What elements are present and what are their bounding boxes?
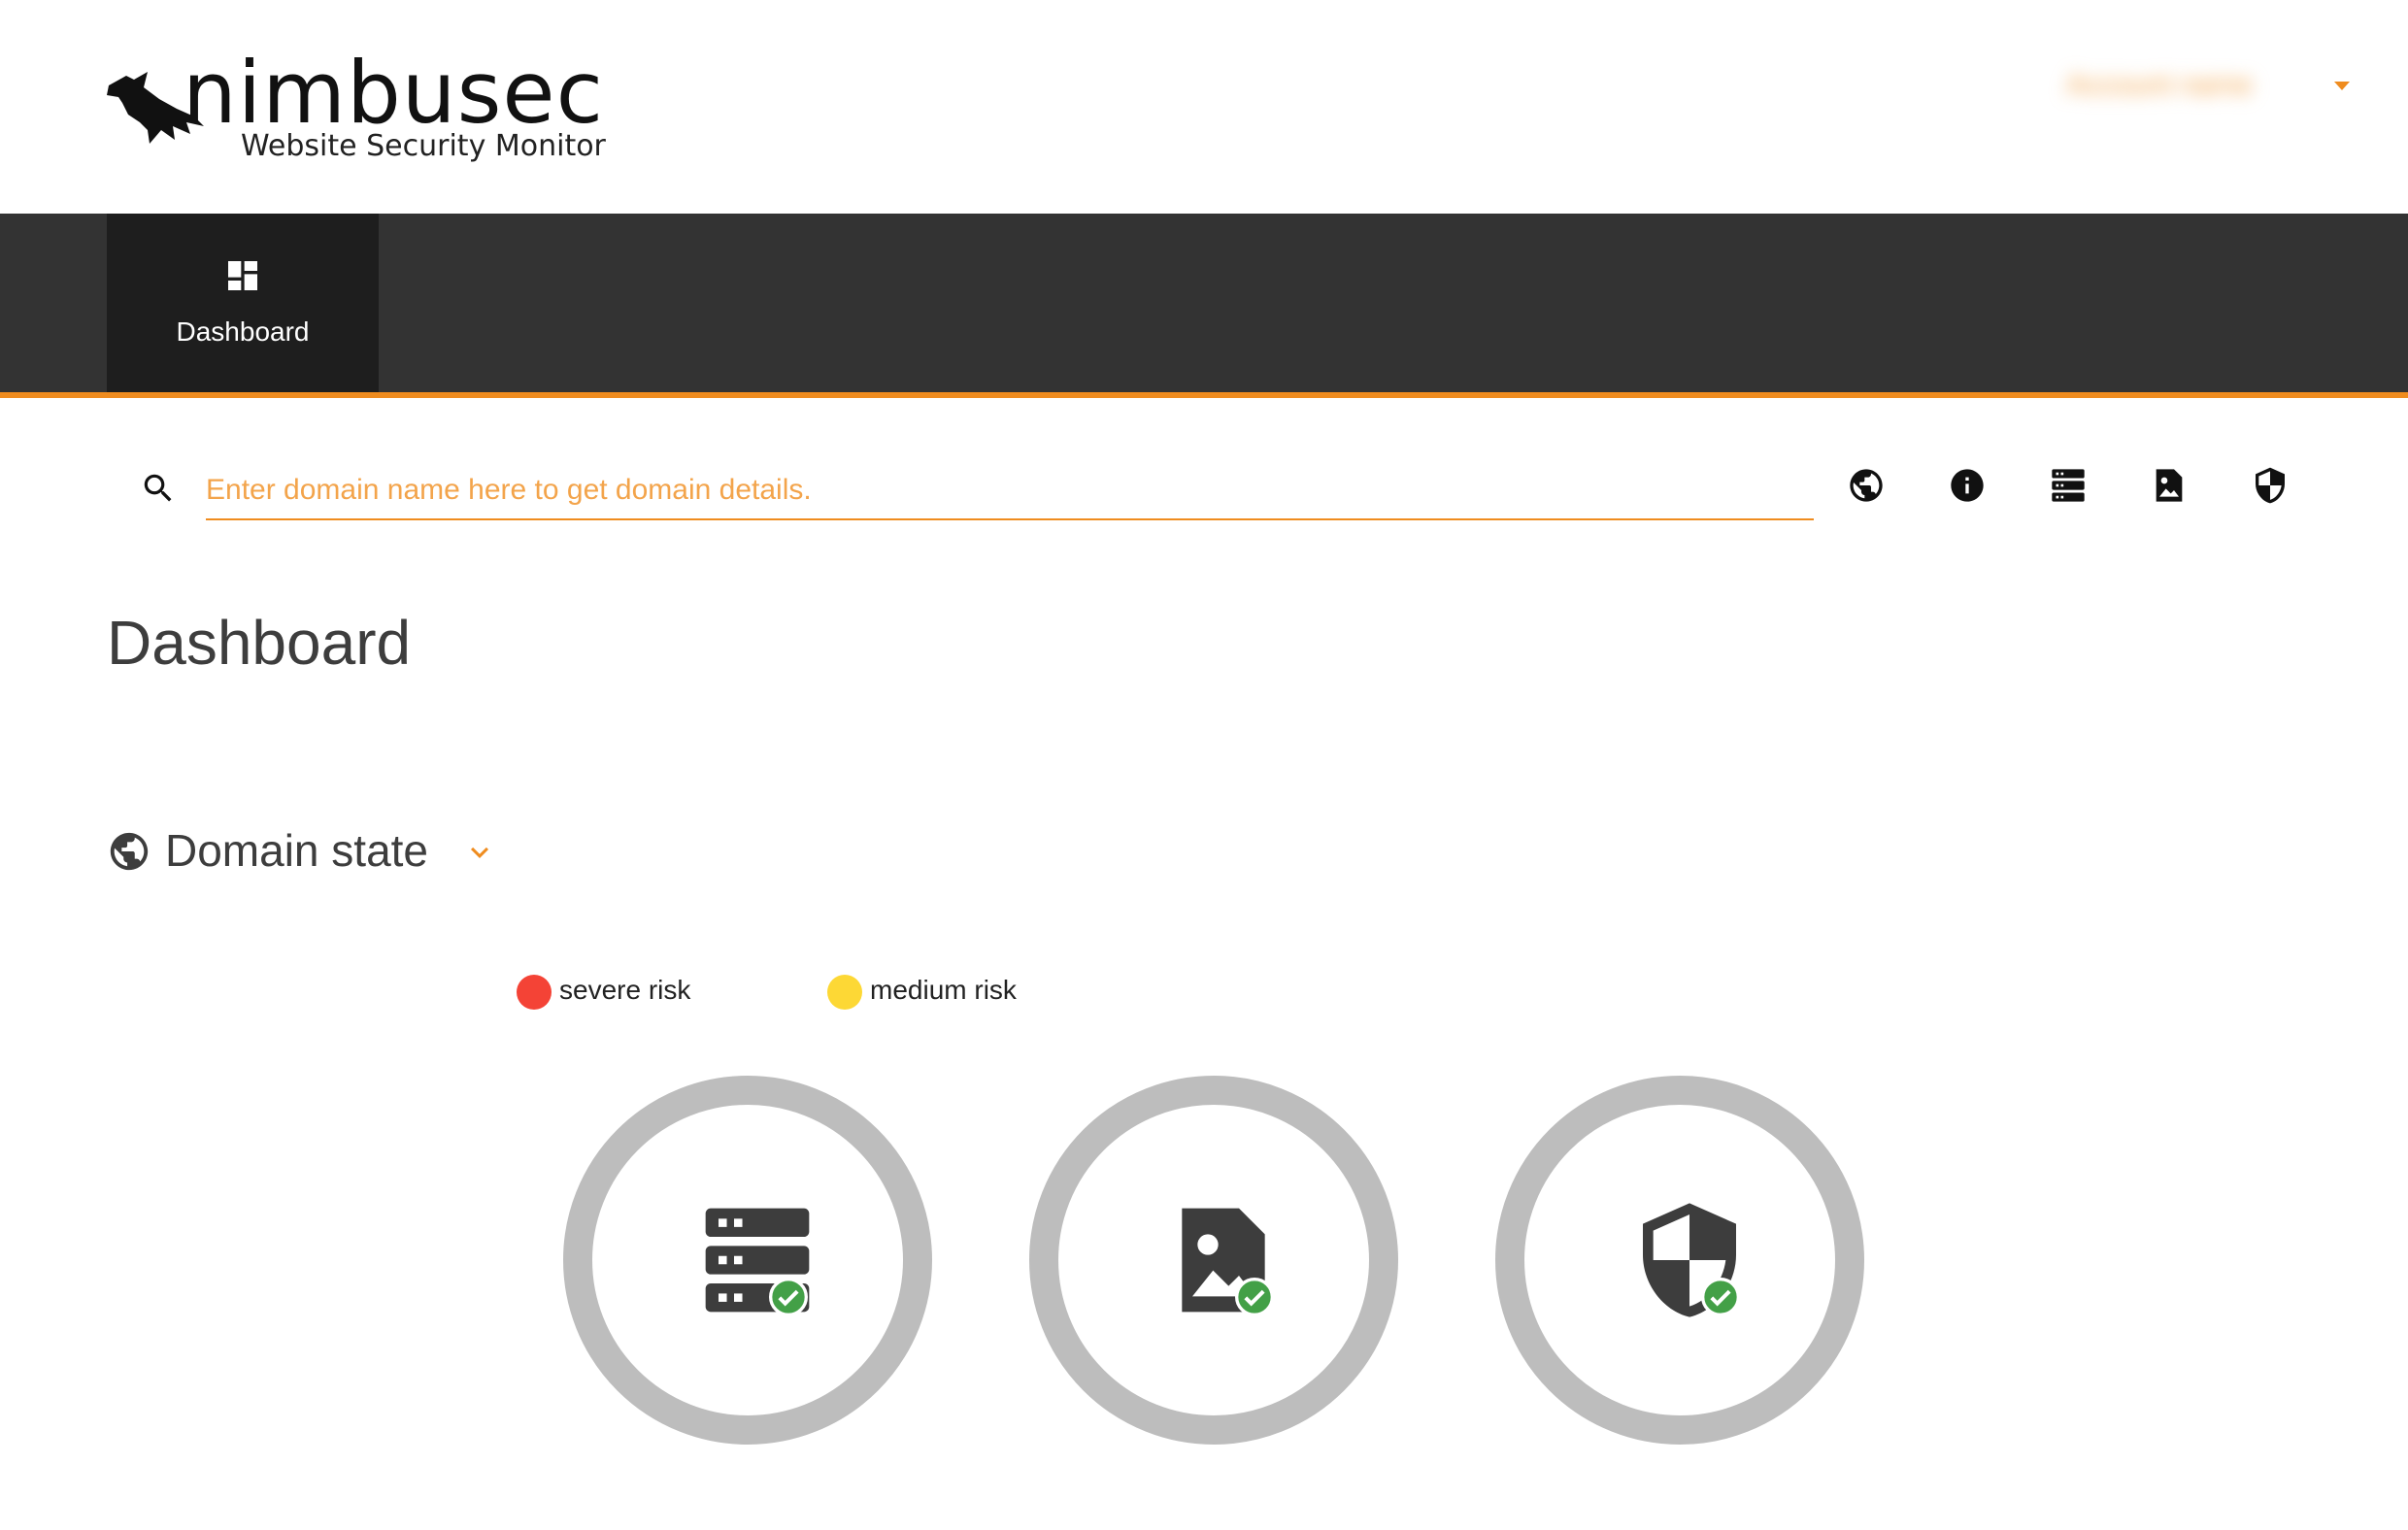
section-title: Domain state	[165, 825, 429, 876]
user-name: Account name	[2066, 69, 2253, 101]
server-icon[interactable]	[2049, 466, 2088, 505]
security-status-ring[interactable]	[1495, 1076, 1864, 1445]
check-circle-icon	[1701, 1278, 1740, 1316]
dashboard-icon	[228, 261, 257, 290]
navbar-accent-line	[0, 392, 2408, 398]
brand-tagline: Website Security Monitor	[241, 129, 606, 163]
check-circle-icon	[769, 1278, 808, 1316]
page-title: Dashboard	[107, 608, 412, 678]
user-menu[interactable]: Account name	[2066, 66, 2358, 109]
globe-icon	[110, 832, 149, 871]
nimbusec-logo[interactable]: nimbusec Website Security Monitor	[105, 50, 610, 190]
brand-name: nimbusec	[183, 43, 604, 143]
search-icon	[144, 474, 172, 502]
chevron-down-icon	[471, 847, 488, 858]
caret-down-icon	[2334, 82, 2350, 90]
shield-icon[interactable]	[2251, 466, 2290, 505]
server-status-ring[interactable]	[563, 1076, 932, 1445]
globe-icon[interactable]	[1847, 466, 1886, 505]
check-circle-icon	[1235, 1278, 1274, 1316]
legend-label-severe: severe risk	[559, 975, 691, 1005]
nav-item-dashboard[interactable]: Dashboard	[107, 214, 379, 392]
domain-search-input[interactable]	[206, 462, 1814, 520]
severe-risk-dot	[517, 975, 552, 1010]
legend-label-medium: medium risk	[870, 975, 1017, 1005]
nav-item-label: Dashboard	[176, 316, 310, 347]
info-icon[interactable]	[1948, 466, 1987, 505]
content-status-ring[interactable]	[1029, 1076, 1398, 1445]
medium-risk-dot	[827, 975, 862, 1010]
image-icon[interactable]	[2150, 466, 2189, 505]
